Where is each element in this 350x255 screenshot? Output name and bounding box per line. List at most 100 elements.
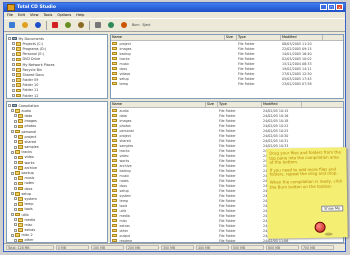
column-type[interactable]: Type bbox=[237, 35, 281, 40]
maximize-icon[interactable]: □ bbox=[328, 4, 335, 10]
menu-tools[interactable]: Tools bbox=[44, 13, 53, 17]
expand-toggle-icon[interactable] bbox=[14, 176, 17, 180]
source-file-list[interactable]: Name Size Type Modified project File Fold… bbox=[110, 34, 344, 99]
capacity-marker: 500 MB bbox=[231, 245, 264, 250]
burn-button[interactable] bbox=[119, 20, 129, 30]
expand-toggle-icon[interactable] bbox=[12, 52, 15, 56]
folder-icon bbox=[18, 207, 23, 212]
folder-icon bbox=[16, 41, 21, 46]
column-modified[interactable]: Modified bbox=[262, 102, 302, 107]
expand-toggle-icon[interactable] bbox=[14, 181, 17, 185]
file-name-cell: music bbox=[111, 174, 206, 178]
folder-icon bbox=[15, 171, 20, 175]
expand-toggle-icon[interactable] bbox=[12, 83, 15, 87]
open-button[interactable] bbox=[20, 20, 30, 30]
save-icon bbox=[35, 22, 41, 28]
expand-toggle-icon[interactable] bbox=[14, 114, 17, 118]
delete-button[interactable] bbox=[50, 20, 60, 30]
expand-toggle-icon[interactable] bbox=[14, 155, 17, 159]
expand-toggle-icon[interactable] bbox=[14, 218, 17, 222]
expand-toggle-icon[interactable] bbox=[12, 73, 15, 77]
expand-toggle-icon[interactable] bbox=[12, 68, 15, 72]
column-size[interactable]: Size bbox=[206, 102, 218, 107]
expand-toggle-icon[interactable] bbox=[14, 161, 17, 165]
expand-toggle-icon[interactable] bbox=[12, 47, 15, 51]
expand-toggle-icon[interactable] bbox=[12, 78, 15, 82]
expand-toggle-icon[interactable] bbox=[12, 63, 15, 67]
show-me-button[interactable]: Show Me bbox=[321, 205, 344, 212]
expand-toggle-icon[interactable] bbox=[12, 88, 15, 92]
properties-button[interactable] bbox=[93, 20, 103, 30]
file-name-cell: works bbox=[111, 159, 206, 163]
expand-toggle-icon[interactable] bbox=[14, 228, 17, 232]
expand-toggle-icon[interactable] bbox=[11, 150, 14, 154]
tree-item[interactable]: Folder 12 bbox=[8, 93, 106, 98]
minimize-icon[interactable]: _ bbox=[320, 4, 327, 10]
toolbar-label[interactable]: Burn bbox=[132, 23, 139, 27]
file-name: samples bbox=[119, 143, 134, 148]
file-type: File Folder bbox=[219, 148, 236, 153]
toolbar-label[interactable]: Eject bbox=[142, 23, 150, 27]
source-folder-tree[interactable]: My Documents Projects (C:) Programs (D:) Pe… bbox=[6, 34, 108, 99]
file-name-cell: output bbox=[111, 234, 206, 238]
expand-toggle-icon[interactable] bbox=[14, 140, 17, 144]
compilation-tree[interactable]: Compilation audio data images photos personal… bbox=[6, 101, 108, 243]
close-icon[interactable]: × bbox=[336, 4, 343, 10]
file-name: photos bbox=[119, 123, 131, 128]
pin-shadow bbox=[324, 232, 333, 236]
paste-button[interactable] bbox=[76, 20, 86, 30]
expand-toggle-icon[interactable] bbox=[14, 124, 17, 128]
tree-item-label: Shared Docs bbox=[22, 72, 44, 77]
folder-icon bbox=[18, 197, 23, 201]
expand-toggle-icon[interactable] bbox=[14, 238, 17, 242]
column-type[interactable]: Type bbox=[218, 102, 262, 107]
properties-icon bbox=[95, 22, 101, 28]
expand-toggle-icon[interactable] bbox=[14, 135, 17, 139]
column-name[interactable]: Name bbox=[111, 35, 225, 40]
expand-toggle-icon[interactable] bbox=[12, 94, 15, 98]
column-name[interactable]: Name bbox=[111, 102, 206, 107]
folder-icon bbox=[18, 134, 23, 139]
expand-toggle-icon[interactable] bbox=[11, 213, 14, 217]
column-modified[interactable]: Modified bbox=[281, 35, 323, 40]
file-modified: 24/02/05 11:06 bbox=[263, 238, 289, 243]
expand-toggle-icon[interactable] bbox=[14, 145, 17, 149]
table-row[interactable]: temp File Folder 23/02/2005 07:58 bbox=[111, 81, 343, 86]
file-type: File Folder bbox=[219, 143, 236, 148]
column-size[interactable]: Size bbox=[225, 35, 237, 40]
folder-icon bbox=[112, 66, 117, 71]
expand-toggle-icon[interactable] bbox=[12, 42, 15, 46]
refresh-button[interactable] bbox=[106, 20, 116, 30]
menu-help[interactable]: Help bbox=[76, 13, 84, 17]
menu-edit[interactable]: Edit bbox=[18, 13, 25, 17]
menu-file[interactable]: File bbox=[7, 13, 13, 17]
copy-button[interactable] bbox=[63, 20, 73, 30]
folder-icon bbox=[15, 233, 20, 238]
save-button[interactable] bbox=[33, 20, 43, 30]
expand-toggle-icon[interactable] bbox=[8, 37, 11, 41]
expand-toggle-icon[interactable] bbox=[12, 57, 15, 61]
tree-item-label: Personal (E:) bbox=[22, 52, 44, 57]
expand-toggle-icon[interactable] bbox=[14, 197, 17, 201]
file-name-cell: media bbox=[111, 214, 206, 218]
expand-toggle-icon[interactable] bbox=[11, 233, 14, 237]
expand-toggle-icon[interactable] bbox=[11, 192, 14, 196]
expand-toggle-icon[interactable] bbox=[14, 207, 17, 211]
tree-item-label: Folder 10 bbox=[22, 83, 39, 88]
expand-toggle-icon[interactable] bbox=[14, 166, 17, 170]
title-bar[interactable]: Total CD Studio _ □ × bbox=[4, 3, 345, 12]
expand-toggle-icon[interactable] bbox=[14, 187, 17, 191]
file-type: File Folder bbox=[219, 203, 236, 208]
expand-toggle-icon[interactable] bbox=[11, 109, 14, 113]
expand-toggle-icon[interactable] bbox=[14, 223, 17, 227]
folder-icon bbox=[15, 150, 20, 155]
menu-view[interactable]: View bbox=[30, 13, 39, 17]
menu-options[interactable]: Options bbox=[57, 13, 71, 17]
new-button[interactable] bbox=[7, 20, 17, 30]
tree-item-label: backup bbox=[21, 171, 34, 176]
expand-toggle-icon[interactable] bbox=[11, 130, 14, 134]
expand-toggle-icon[interactable] bbox=[14, 119, 17, 123]
expand-toggle-icon[interactable] bbox=[11, 171, 14, 175]
expand-toggle-icon[interactable] bbox=[8, 104, 11, 108]
expand-toggle-icon[interactable] bbox=[14, 202, 17, 206]
